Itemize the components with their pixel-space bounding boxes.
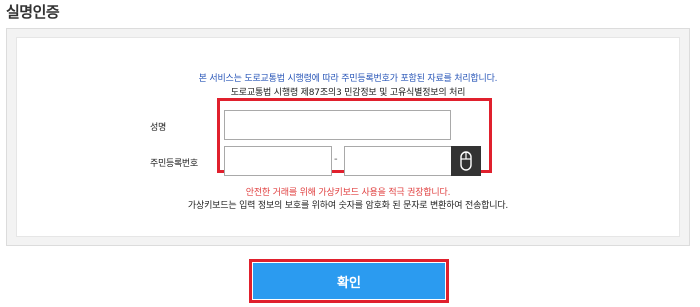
rrn-label: 주민등록번호 xyxy=(150,159,198,169)
privacy-notice: 본 서비스는 도로교통법 시행령에 따라 주민등록번호가 포함된 자료를 처리합… xyxy=(198,74,498,84)
confirm-button[interactable]: 확인 xyxy=(253,263,445,299)
rrn-separator: - xyxy=(334,154,338,165)
verification-form: 본 서비스는 도로교통법 시행령에 따라 주민등록번호가 포함된 자료를 처리합… xyxy=(16,37,680,237)
rrn-back-input[interactable] xyxy=(344,146,452,176)
mouse-icon xyxy=(460,151,472,171)
verification-panel: 본 서비스는 도로교통법 시행령에 따라 주민등록번호가 포함된 자료를 처리합… xyxy=(6,28,690,246)
virtual-keyboard-info: 가상키보드는 입력 정보의 보호를 위하여 숫자를 암호화 된 문자로 변환하여… xyxy=(187,201,509,211)
rrn-front-input[interactable] xyxy=(224,146,332,176)
virtual-keyboard-warning: 안전한 거래를 위해 가상키보드 사용을 적극 권장합니다. xyxy=(245,188,451,198)
legal-basis-text: 도로교통법 시행령 제87조의3 민감정보 및 고유식별정보의 처리 xyxy=(230,88,466,98)
virtual-keyboard-button[interactable] xyxy=(451,146,481,176)
name-label: 성명 xyxy=(150,123,166,133)
name-input[interactable] xyxy=(224,110,451,140)
page-title: 실명인증 xyxy=(6,3,60,21)
